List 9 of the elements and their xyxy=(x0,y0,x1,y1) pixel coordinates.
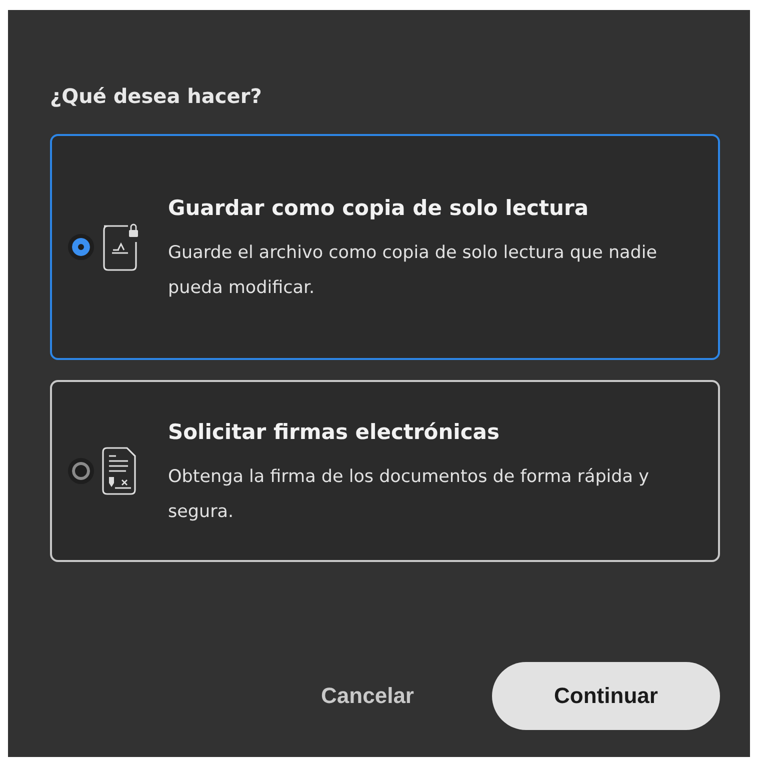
dialog-title: ¿Qué desea hacer? xyxy=(50,84,262,108)
continue-button[interactable]: Continuar xyxy=(492,662,720,730)
option-description: Guarde el archivo como copia de solo lectura que nadie pueda modificar. xyxy=(168,242,658,300)
option-title: Guardar como copia de solo lectura xyxy=(168,195,590,222)
option-card[interactable]: Guardar como copia de solo lectura Guarde el archivo como copia de solo lectura que nadie pueda modificar. xyxy=(50,134,720,360)
option-title: Solicitar firmas electrónicas xyxy=(168,419,500,446)
option-description: Obtenga la firma de los documentos de forma rápida y segura. xyxy=(168,466,650,524)
option-card[interactable]: Solicitar firmas electrónicas Obtenga la firma de los documentos de forma rápida y segura. xyxy=(50,380,720,562)
cancel-button[interactable]: Cancelar xyxy=(303,669,432,723)
